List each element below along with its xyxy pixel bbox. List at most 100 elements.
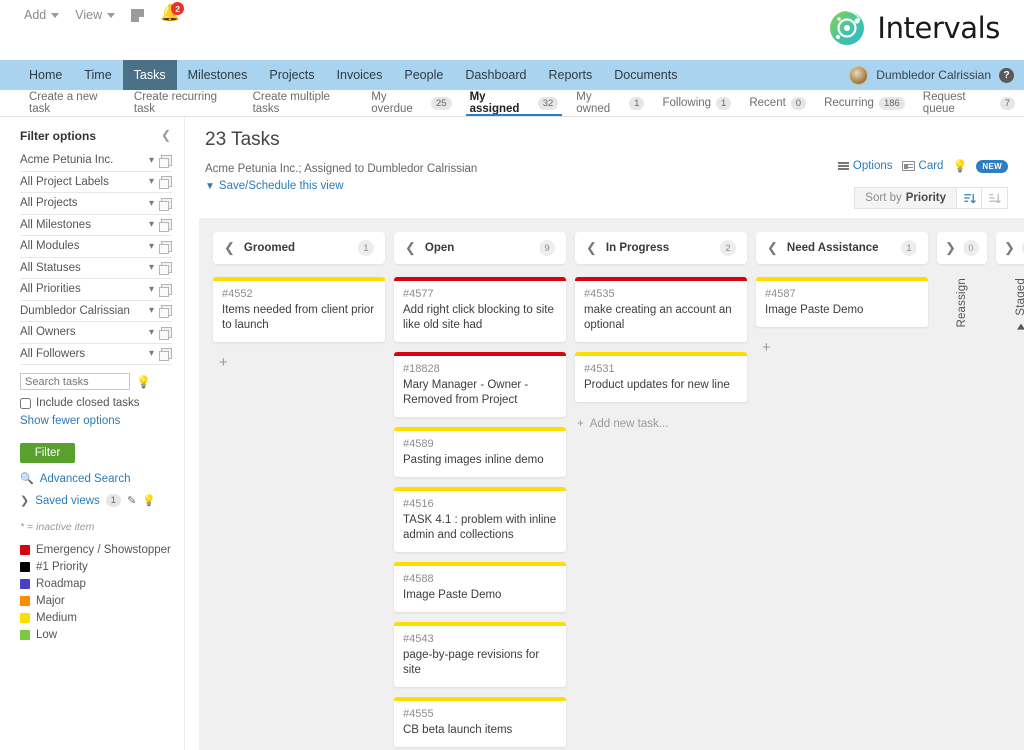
task-card[interactable]: #4516TASK 4.1 : problem with inline admi…: [394, 487, 566, 552]
copy-icon[interactable]: [161, 241, 172, 252]
filter-row-all-projects[interactable]: All Projects▾: [20, 193, 172, 215]
filter-row-all-project-labels[interactable]: All Project Labels▾: [20, 172, 172, 194]
copy-icon[interactable]: [161, 348, 172, 359]
column-header[interactable]: ❮Groomed1: [213, 232, 385, 264]
nav-item-reports[interactable]: Reports: [537, 60, 603, 90]
subnav-item-recurring[interactable]: Recurring186: [815, 90, 914, 116]
nav-item-milestones[interactable]: Milestones: [177, 60, 259, 90]
chevron-down-icon[interactable]: ▾: [144, 284, 159, 295]
task-card[interactable]: #4531Product updates for new line: [575, 352, 747, 402]
subnav-item-recent[interactable]: Recent0: [740, 90, 815, 116]
sort-ascending-icon[interactable]: [956, 187, 982, 209]
lightbulb-icon[interactable]: 💡: [142, 494, 156, 507]
include-closed-tasks-row[interactable]: Include closed tasks: [20, 397, 172, 409]
include-closed-tasks-checkbox[interactable]: [20, 398, 31, 409]
subnav-item-my-overdue[interactable]: My overdue25: [362, 90, 460, 116]
column-header[interactable]: ❮Open9: [394, 232, 566, 264]
column-header[interactable]: ❮Need Assistance1: [756, 232, 928, 264]
nav-item-dashboard[interactable]: Dashboard: [454, 60, 537, 90]
note-icon[interactable]: [131, 9, 144, 22]
help-icon[interactable]: ?: [999, 68, 1014, 83]
options-button[interactable]: Options: [838, 160, 893, 172]
chevron-right-icon[interactable]: ❯: [1004, 240, 1015, 256]
filter-row-all-followers[interactable]: All Followers▾: [20, 344, 172, 366]
chevron-down-icon[interactable]: ▾: [144, 305, 159, 316]
nav-item-home[interactable]: Home: [18, 60, 73, 90]
save-schedule-view-link[interactable]: ▼ Save/Schedule this view: [205, 180, 344, 192]
copy-icon[interactable]: [161, 176, 172, 187]
task-card[interactable]: #4589Pasting images inline demo: [394, 427, 566, 477]
add-menu-button[interactable]: Add: [24, 8, 59, 22]
avatar[interactable]: [849, 66, 868, 85]
add-new-task-button[interactable]: +Add new task...: [575, 412, 747, 436]
chevron-down-icon[interactable]: ▾: [144, 327, 159, 338]
chevron-left-icon[interactable]: ❮: [586, 240, 597, 256]
brand-logo[interactable]: Intervals: [827, 8, 1000, 48]
subnav-item-create-multiple-tasks[interactable]: Create multiple tasks: [244, 90, 363, 116]
filter-row-acme-petunia-inc-[interactable]: Acme Petunia Inc.▾: [20, 150, 172, 172]
copy-icon[interactable]: [161, 284, 172, 295]
filter-row-dumbledor-calrissian[interactable]: Dumbledor Calrissian▾: [20, 301, 172, 323]
chevron-left-icon[interactable]: ❮: [405, 240, 416, 256]
edit-pencil-icon[interactable]: ✎: [127, 494, 136, 507]
plus-icon[interactable]: +: [756, 337, 928, 359]
saved-views-link[interactable]: Saved views: [35, 495, 100, 507]
subnav-item-my-assigned[interactable]: My assigned32: [461, 90, 568, 116]
chevron-down-icon[interactable]: ▾: [144, 348, 159, 359]
saved-views-row[interactable]: ❯ Saved views 1 ✎ 💡: [20, 494, 172, 507]
plus-icon[interactable]: +: [213, 352, 385, 374]
chevron-left-icon[interactable]: ❮: [224, 240, 235, 256]
subnav-item-create-recurring-task[interactable]: Create recurring task: [125, 90, 244, 116]
chevron-right-icon[interactable]: ❯: [945, 240, 956, 256]
nav-item-projects[interactable]: Projects: [258, 60, 325, 90]
chevron-down-icon[interactable]: ▾: [144, 262, 159, 273]
subnav-item-request-queue[interactable]: Request queue7: [914, 90, 1024, 116]
filter-row-all-owners[interactable]: All Owners▾: [20, 322, 172, 344]
task-card[interactable]: #4587Image Paste Demo: [756, 277, 928, 327]
view-menu-button[interactable]: View: [75, 8, 115, 22]
nav-item-tasks[interactable]: Tasks: [123, 60, 177, 90]
task-card[interactable]: #4543page-by-page revisions for site: [394, 622, 566, 687]
subnav-item-my-owned[interactable]: My owned1: [567, 90, 653, 116]
nav-item-invoices[interactable]: Invoices: [326, 60, 394, 90]
column-header[interactable]: ❮In Progress2: [575, 232, 747, 264]
task-card[interactable]: #4555CB beta launch items: [394, 697, 566, 747]
copy-icon[interactable]: [161, 155, 172, 166]
search-input[interactable]: [20, 373, 130, 390]
subnav-item-create-a-new-task[interactable]: Create a new task: [20, 90, 125, 116]
task-card[interactable]: #4577Add right click blocking to site li…: [394, 277, 566, 342]
sort-by-display[interactable]: Sort by Priority: [854, 187, 956, 209]
chevron-down-icon[interactable]: ▾: [144, 219, 159, 230]
nav-item-people[interactable]: People: [393, 60, 454, 90]
sort-descending-icon[interactable]: [982, 187, 1008, 209]
advanced-search-link[interactable]: Advanced Search: [40, 473, 131, 485]
lightbulb-icon[interactable]: 💡: [136, 375, 151, 389]
chevron-left-icon[interactable]: ❮: [767, 240, 778, 256]
chevron-down-icon[interactable]: ▾: [144, 241, 159, 252]
task-card[interactable]: #4552Items needed from client prior to l…: [213, 277, 385, 342]
show-fewer-options-link[interactable]: Show fewer options: [20, 415, 172, 427]
nav-item-time[interactable]: Time: [73, 60, 122, 90]
copy-icon[interactable]: [161, 198, 172, 209]
task-card[interactable]: #4588Image Paste Demo: [394, 562, 566, 612]
collapsed-column-header[interactable]: ❯0: [996, 232, 1024, 264]
collapsed-column-header[interactable]: ❯0: [937, 232, 987, 264]
chevron-down-icon[interactable]: ▾: [144, 155, 159, 166]
filter-row-all-milestones[interactable]: All Milestones▾: [20, 215, 172, 237]
chevron-down-icon[interactable]: ▾: [144, 198, 159, 209]
filter-row-all-modules[interactable]: All Modules▾: [20, 236, 172, 258]
copy-icon[interactable]: [161, 262, 172, 273]
copy-icon[interactable]: [161, 305, 172, 316]
subnav-item-following[interactable]: Following1: [653, 90, 740, 116]
copy-icon[interactable]: [161, 327, 172, 338]
sidebar-collapse-icon[interactable]: ❮: [161, 128, 171, 142]
filter-button[interactable]: Filter: [20, 443, 75, 463]
notifications-button[interactable]: 🔔 2: [160, 5, 178, 25]
task-card[interactable]: #4535make creating an account an optiona…: [575, 277, 747, 342]
advanced-search-row[interactable]: 🔍 Advanced Search: [20, 472, 172, 485]
card-view-button[interactable]: Card: [902, 160, 944, 172]
user-name[interactable]: Dumbledor Calrissian: [876, 68, 991, 82]
nav-item-documents[interactable]: Documents: [603, 60, 688, 90]
filter-row-all-priorities[interactable]: All Priorities▾: [20, 279, 172, 301]
lightbulb-icon[interactable]: 💡: [952, 159, 967, 173]
